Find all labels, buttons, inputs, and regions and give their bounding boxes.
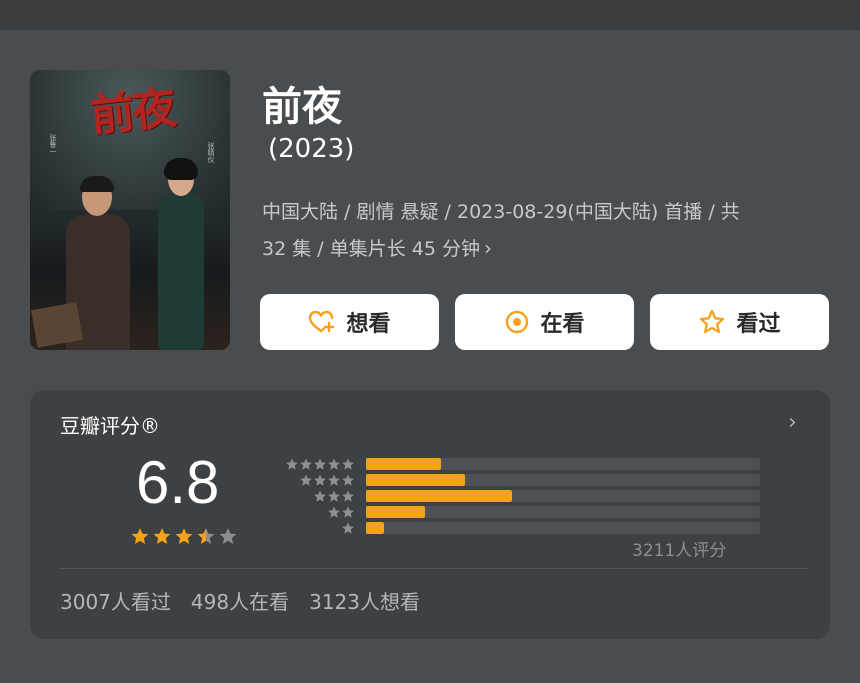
distribution-bar (366, 490, 512, 502)
heart-plus-icon (308, 310, 336, 334)
watching-label: 在看 (540, 312, 585, 337)
watched-button[interactable]: 看过 (650, 294, 829, 350)
target-circle-icon (504, 309, 530, 335)
distribution-track (366, 506, 760, 518)
poster-cast-right: 张婧仪 (207, 142, 215, 163)
movie-meta[interactable]: 中国大陆 / 剧情 悬疑 / 2023-08-29(中国大陆) 首播 / 共 3… (262, 194, 832, 267)
rating-score: 6.8 (136, 449, 220, 516)
small-star-icon (341, 520, 355, 539)
chevron-right-icon[interactable]: › (788, 410, 797, 435)
distribution-row (256, 520, 760, 539)
rating-count: 3211人评分 (632, 541, 727, 561)
distribution-track (366, 474, 760, 486)
distribution-bar (366, 458, 441, 470)
distribution-bar (366, 474, 465, 486)
stats-row: 3007人看过 498人在看 3123人想看 (60, 586, 420, 615)
want-to-watch-button[interactable]: 想看 (260, 294, 439, 350)
chevron-right-icon: › (483, 236, 492, 260)
rating-card[interactable]: 豆瓣评分® › 6.8 3211人评分 3007人看过 498人在看 3123人… (30, 390, 830, 639)
distribution-row (256, 488, 760, 504)
stat-want[interactable]: 3123人想看 (309, 586, 420, 615)
meta-line-2: 32 集 / 单集片长 45 分钟 › (262, 230, 832, 267)
meta-line-2-text: 32 集 / 单集片长 45 分钟 (262, 238, 480, 260)
rating-stars (130, 526, 238, 550)
distribution-row (256, 504, 760, 520)
watching-button[interactable]: 在看 (455, 294, 634, 350)
top-bar (0, 0, 860, 30)
meta-line-1: 中国大陆 / 剧情 悬疑 / 2023-08-29(中国大陆) 首播 / 共 (262, 201, 740, 223)
distribution-row (256, 456, 760, 472)
rating-star-icon (174, 526, 194, 550)
rating-label: 豆瓣评分® (60, 414, 160, 438)
rating-star-icon (196, 526, 216, 550)
distribution-bar (366, 506, 426, 518)
star-outline-icon (698, 309, 726, 335)
stat-watching[interactable]: 498人在看 (191, 586, 289, 615)
divider (60, 568, 808, 569)
distribution-track (366, 458, 760, 470)
poster-image[interactable]: 前夜 张鲁一 张婧仪 (30, 70, 230, 350)
poster-woman-figure (154, 158, 210, 350)
rating-star-icon (152, 526, 172, 550)
distribution-bar (366, 522, 384, 534)
poster-suitcase (31, 302, 83, 348)
watched-label: 看过 (736, 312, 781, 337)
poster-cast-left: 张鲁一 (49, 134, 57, 155)
stat-watched[interactable]: 3007人看过 (60, 586, 171, 615)
rating-star-icon (218, 526, 238, 550)
distribution-track (366, 490, 760, 502)
want-to-watch-label: 想看 (346, 312, 391, 337)
distribution-track (366, 522, 760, 534)
poster-title-art: 前夜 (88, 82, 177, 143)
movie-year: (2023) (268, 134, 355, 164)
distribution-row (256, 472, 760, 488)
distribution-stars (341, 520, 355, 539)
movie-title: 前夜 (262, 84, 342, 130)
rating-star-icon (130, 526, 150, 550)
